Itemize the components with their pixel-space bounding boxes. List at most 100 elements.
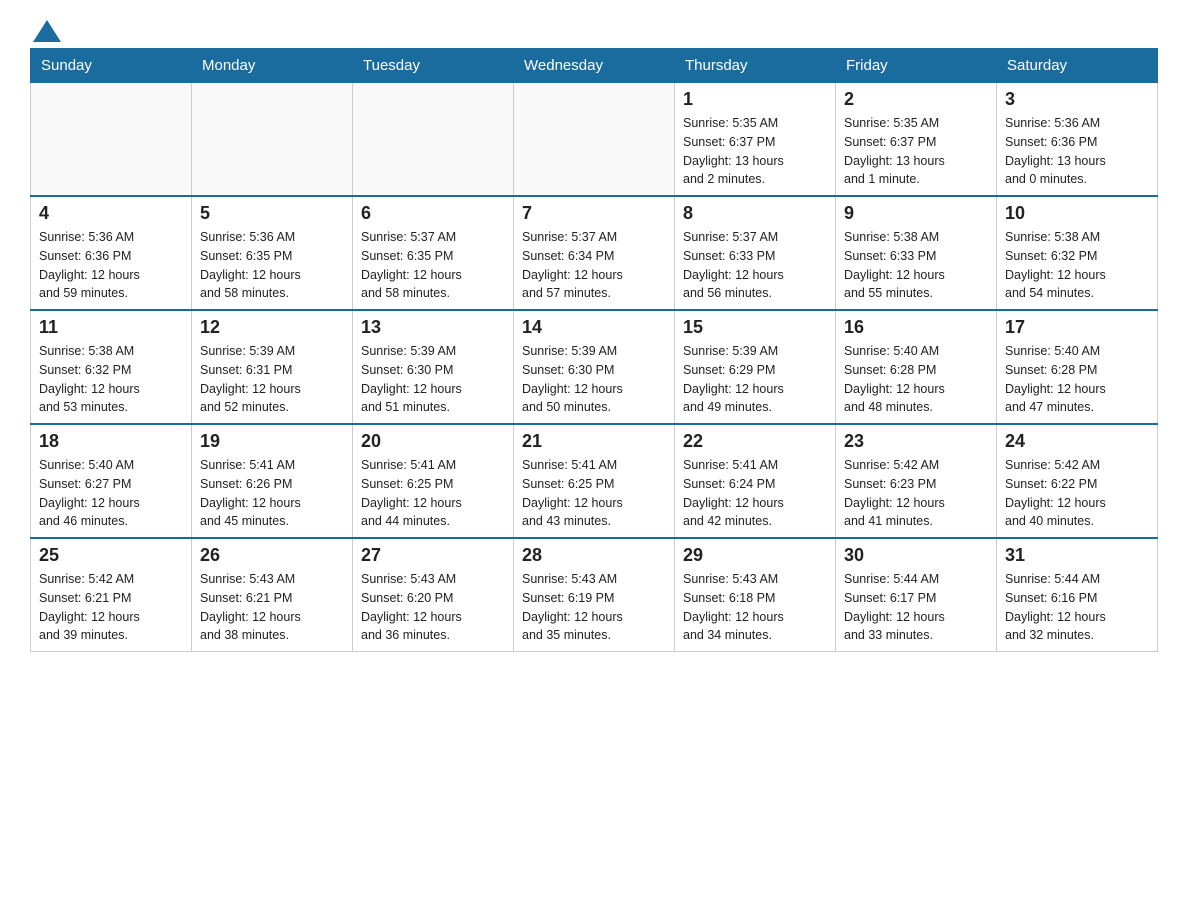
calendar-cell: 4Sunrise: 5:36 AMSunset: 6:36 PMDaylight…	[31, 196, 192, 310]
day-number: 18	[39, 431, 183, 452]
day-info: Sunrise: 5:36 AMSunset: 6:36 PMDaylight:…	[1005, 114, 1149, 189]
calendar-cell: 10Sunrise: 5:38 AMSunset: 6:32 PMDayligh…	[997, 196, 1158, 310]
day-info: Sunrise: 5:37 AMSunset: 6:33 PMDaylight:…	[683, 228, 827, 303]
day-number: 24	[1005, 431, 1149, 452]
header-monday: Monday	[192, 49, 353, 83]
calendar-cell: 5 Sunrise: 5:36 AMSunset: 6:35 PMDaylight…	[192, 196, 353, 310]
day-number: 29	[683, 545, 827, 566]
day-info: Sunrise: 5:39 AMSunset: 6:29 PMDaylight:…	[683, 342, 827, 417]
day-info: Sunrise: 5:39 AMSunset: 6:30 PMDaylight:…	[522, 342, 666, 417]
page-header	[30, 20, 1158, 38]
day-number: 15	[683, 317, 827, 338]
day-number: 6	[361, 203, 505, 224]
header-tuesday: Tuesday	[353, 49, 514, 83]
calendar-cell: 11 Sunrise: 5:38 AMSunset: 6:32 PMDayligh…	[31, 310, 192, 424]
day-info: Sunrise: 5:44 AMSunset: 6:16 PMDaylight:…	[1005, 570, 1149, 645]
day-number: 19	[200, 431, 344, 452]
day-number: 14	[522, 317, 666, 338]
day-number: 2	[844, 89, 988, 110]
calendar-cell: 22 Sunrise: 5:41 AMSunset: 6:24 PMDayligh…	[675, 424, 836, 538]
week-row-5: 25 Sunrise: 5:42 AMSunset: 6:21 PMDayligh…	[31, 538, 1158, 652]
day-number: 23	[844, 431, 988, 452]
day-info: Sunrise: 5:36 AMSunset: 6:35 PMDaylight:…	[200, 228, 344, 303]
calendar-cell	[31, 83, 192, 197]
day-info: Sunrise: 5:43 AMSunset: 6:20 PMDaylight:…	[361, 570, 505, 645]
day-info: Sunrise: 5:36 AMSunset: 6:36 PMDaylight:…	[39, 228, 183, 303]
calendar-cell: 2Sunrise: 5:35 AMSunset: 6:37 PMDaylight…	[836, 83, 997, 197]
week-row-1: 1 Sunrise: 5:35 AMSunset: 6:37 PMDaylight…	[31, 83, 1158, 197]
calendar-cell	[514, 83, 675, 197]
day-number: 3	[1005, 89, 1149, 110]
week-row-3: 11 Sunrise: 5:38 AMSunset: 6:32 PMDayligh…	[31, 310, 1158, 424]
day-number: 25	[39, 545, 183, 566]
calendar-cell: 28 Sunrise: 5:43 AMSunset: 6:19 PMDayligh…	[514, 538, 675, 652]
day-info: Sunrise: 5:39 AMSunset: 6:30 PMDaylight:…	[361, 342, 505, 417]
day-number: 28	[522, 545, 666, 566]
calendar-cell: 12 Sunrise: 5:39 AMSunset: 6:31 PMDayligh…	[192, 310, 353, 424]
day-info: Sunrise: 5:42 AMSunset: 6:22 PMDaylight:…	[1005, 456, 1149, 531]
calendar-cell: 27Sunrise: 5:43 AMSunset: 6:20 PMDayligh…	[353, 538, 514, 652]
logo	[30, 20, 64, 38]
day-info: Sunrise: 5:43 AMSunset: 6:21 PMDaylight:…	[200, 570, 344, 645]
logo-triangle-icon	[33, 20, 61, 42]
day-number: 12	[200, 317, 344, 338]
calendar-cell: 9 Sunrise: 5:38 AMSunset: 6:33 PMDaylight…	[836, 196, 997, 310]
calendar-cell: 18 Sunrise: 5:40 AMSunset: 6:27 PMDayligh…	[31, 424, 192, 538]
calendar-cell: 26 Sunrise: 5:43 AMSunset: 6:21 PMDayligh…	[192, 538, 353, 652]
header-wednesday: Wednesday	[514, 49, 675, 83]
day-info: Sunrise: 5:44 AMSunset: 6:17 PMDaylight:…	[844, 570, 988, 645]
day-info: Sunrise: 5:40 AMSunset: 6:27 PMDaylight:…	[39, 456, 183, 531]
day-number: 13	[361, 317, 505, 338]
calendar-cell: 25 Sunrise: 5:42 AMSunset: 6:21 PMDayligh…	[31, 538, 192, 652]
day-number: 21	[522, 431, 666, 452]
week-row-2: 4Sunrise: 5:36 AMSunset: 6:36 PMDaylight…	[31, 196, 1158, 310]
calendar-cell: 13 Sunrise: 5:39 AMSunset: 6:30 PMDayligh…	[353, 310, 514, 424]
day-number: 7	[522, 203, 666, 224]
calendar-table: Sunday Monday Tuesday Wednesday Thursday…	[30, 48, 1158, 652]
calendar-cell: 30 Sunrise: 5:44 AMSunset: 6:17 PMDayligh…	[836, 538, 997, 652]
calendar-cell: 8 Sunrise: 5:37 AMSunset: 6:33 PMDaylight…	[675, 196, 836, 310]
day-number: 22	[683, 431, 827, 452]
day-info: Sunrise: 5:41 AMSunset: 6:25 PMDaylight:…	[522, 456, 666, 531]
header-friday: Friday	[836, 49, 997, 83]
day-info: Sunrise: 5:42 AMSunset: 6:21 PMDaylight:…	[39, 570, 183, 645]
day-number: 30	[844, 545, 988, 566]
day-number: 8	[683, 203, 827, 224]
calendar-cell: 1 Sunrise: 5:35 AMSunset: 6:37 PMDaylight…	[675, 83, 836, 197]
week-row-4: 18 Sunrise: 5:40 AMSunset: 6:27 PMDayligh…	[31, 424, 1158, 538]
calendar-cell	[353, 83, 514, 197]
day-number: 10	[1005, 203, 1149, 224]
day-info: Sunrise: 5:40 AMSunset: 6:28 PMDaylight:…	[1005, 342, 1149, 417]
day-number: 17	[1005, 317, 1149, 338]
day-number: 31	[1005, 545, 1149, 566]
day-number: 26	[200, 545, 344, 566]
weekday-header-row: Sunday Monday Tuesday Wednesday Thursday…	[31, 49, 1158, 83]
day-info: Sunrise: 5:43 AMSunset: 6:19 PMDaylight:…	[522, 570, 666, 645]
calendar-cell: 24 Sunrise: 5:42 AMSunset: 6:22 PMDayligh…	[997, 424, 1158, 538]
day-info: Sunrise: 5:38 AMSunset: 6:32 PMDaylight:…	[39, 342, 183, 417]
header-sunday: Sunday	[31, 49, 192, 83]
day-info: Sunrise: 5:41 AMSunset: 6:24 PMDaylight:…	[683, 456, 827, 531]
day-info: Sunrise: 5:40 AMSunset: 6:28 PMDaylight:…	[844, 342, 988, 417]
day-info: Sunrise: 5:42 AMSunset: 6:23 PMDaylight:…	[844, 456, 988, 531]
calendar-cell: 31 Sunrise: 5:44 AMSunset: 6:16 PMDayligh…	[997, 538, 1158, 652]
day-number: 9	[844, 203, 988, 224]
day-number: 1	[683, 89, 827, 110]
day-info: Sunrise: 5:35 AMSunset: 6:37 PMDaylight:…	[683, 114, 827, 189]
day-info: Sunrise: 5:39 AMSunset: 6:31 PMDaylight:…	[200, 342, 344, 417]
calendar-cell: 3 Sunrise: 5:36 AMSunset: 6:36 PMDaylight…	[997, 83, 1158, 197]
calendar-cell: 7 Sunrise: 5:37 AMSunset: 6:34 PMDaylight…	[514, 196, 675, 310]
calendar-cell: 29Sunrise: 5:43 AMSunset: 6:18 PMDayligh…	[675, 538, 836, 652]
calendar-cell: 23 Sunrise: 5:42 AMSunset: 6:23 PMDayligh…	[836, 424, 997, 538]
header-thursday: Thursday	[675, 49, 836, 83]
day-number: 16	[844, 317, 988, 338]
day-info: Sunrise: 5:41 AMSunset: 6:26 PMDaylight:…	[200, 456, 344, 531]
calendar-cell: 20Sunrise: 5:41 AMSunset: 6:25 PMDayligh…	[353, 424, 514, 538]
day-number: 11	[39, 317, 183, 338]
calendar-cell: 6Sunrise: 5:37 AMSunset: 6:35 PMDaylight…	[353, 196, 514, 310]
day-number: 5	[200, 203, 344, 224]
day-info: Sunrise: 5:37 AMSunset: 6:34 PMDaylight:…	[522, 228, 666, 303]
calendar-cell: 19 Sunrise: 5:41 AMSunset: 6:26 PMDayligh…	[192, 424, 353, 538]
day-info: Sunrise: 5:38 AMSunset: 6:33 PMDaylight:…	[844, 228, 988, 303]
calendar-cell: 15 Sunrise: 5:39 AMSunset: 6:29 PMDayligh…	[675, 310, 836, 424]
